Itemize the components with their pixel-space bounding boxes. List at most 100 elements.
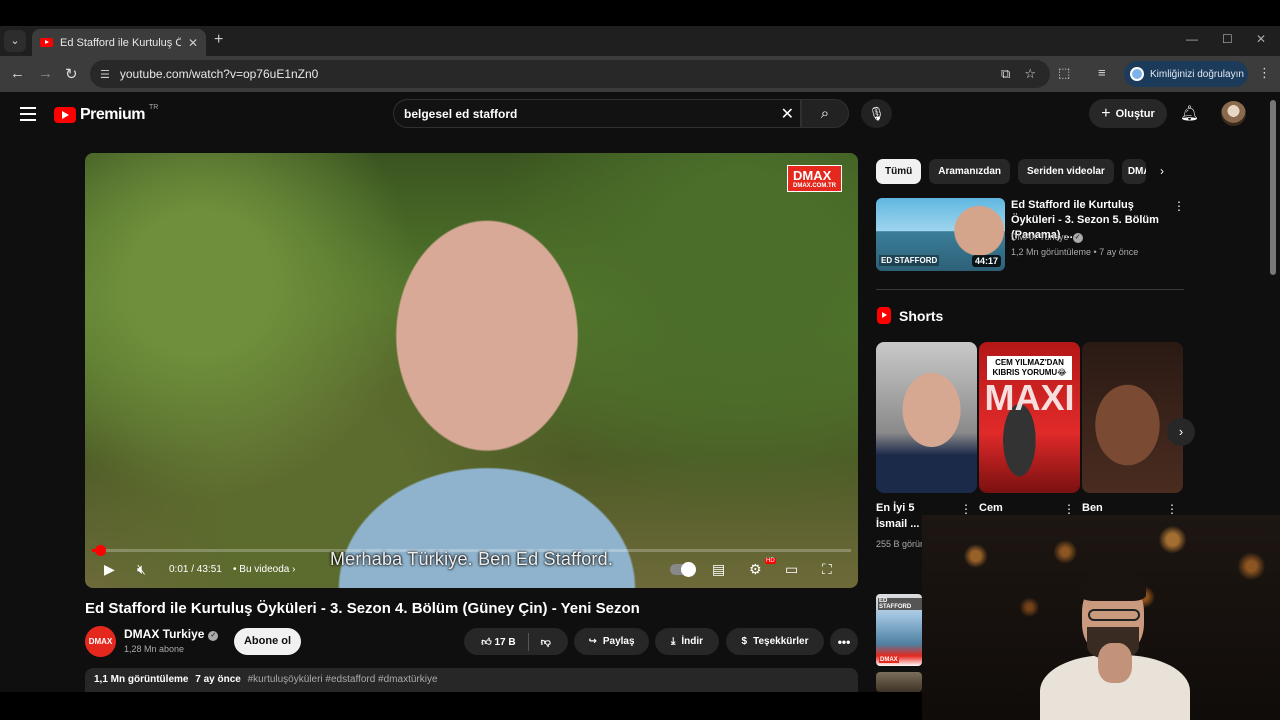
autoplay-toggle[interactable]	[670, 562, 696, 577]
hd-badge: HD	[765, 558, 776, 564]
chapter-button[interactable]: • Bu videoda ›	[233, 564, 295, 575]
thanks-button[interactable]: $ Teşekkürler	[726, 628, 824, 655]
create-button[interactable]: + Oluştur	[1089, 99, 1167, 128]
short-title-3[interactable]: Ben	[1082, 500, 1103, 516]
extensions-icon[interactable]: ⬚	[1058, 65, 1070, 81]
description-box[interactable]: 1,1 Mn görüntüleme 7 ay önce #kurtuluşöy…	[85, 668, 858, 692]
hashtags: #kurtuluşöyküleri #edstafford #dmaxtürki…	[247, 674, 438, 685]
settings-gear-icon[interactable]: ⚙	[749, 561, 762, 578]
chip-from-search[interactable]: Aramanızdan	[929, 159, 1011, 184]
back-arrow-icon[interactable]: ←	[10, 65, 25, 82]
maximize-button[interactable]: ☐	[1222, 32, 1233, 46]
next-thumb-brand: DMAX	[879, 657, 899, 663]
short-overlay-text: MAXI	[984, 377, 1075, 418]
dmax-watermark-text: DMAX	[793, 168, 832, 183]
video-duration: 44:17	[971, 255, 1001, 267]
dmax-watermark: DMAX DMAX.COM.TR	[787, 165, 842, 192]
voice-search-button[interactable]: 🎙︎	[861, 99, 892, 128]
minimize-button[interactable]: —	[1186, 32, 1198, 46]
browser-tab[interactable]: Ed Stafford ile Kurtuluş Öyküleri ✕	[32, 29, 206, 56]
subscribe-button[interactable]: Abone ol	[234, 628, 301, 655]
forward-arrow-icon[interactable]: →	[38, 65, 53, 82]
fullscreen-icon[interactable]: ⛶	[822, 561, 832, 578]
short-menu-icon-3[interactable]: ⋮	[1166, 502, 1178, 516]
clear-search-icon[interactable]: ✕	[781, 104, 794, 124]
short-thumbnail-2[interactable]: CEM YILMAZ'DAN KIBRIS YORUMU😂 MAXI	[979, 342, 1080, 493]
chips-next-chevron-icon[interactable]: ›	[1160, 164, 1164, 178]
bookmark-star-icon[interactable]: ☆	[1024, 66, 1036, 82]
subtitles-icon[interactable]: ▤	[712, 561, 725, 578]
new-tab-button[interactable]: +	[214, 31, 223, 49]
recommended-meta: 1,2 Mn görüntüleme • 7 ay önce	[1011, 247, 1139, 257]
profile-icon	[1130, 67, 1144, 81]
dmax-watermark-sub: DMAX.COM.TR	[793, 183, 836, 189]
search-button[interactable]: ⌕	[801, 99, 849, 128]
bottom-letterbox	[0, 692, 922, 720]
shorts-next-chevron-icon[interactable]: ›	[1167, 418, 1195, 446]
play-icon[interactable]: ▶	[104, 561, 115, 578]
share-label: Paylaş	[602, 636, 635, 647]
short-title-2[interactable]: Cem	[979, 500, 1003, 516]
page-scrollbar[interactable]	[1270, 100, 1276, 275]
tab-search-button[interactable]: ⌄	[4, 30, 26, 52]
thanks-label: Teşekkürler	[753, 636, 809, 647]
verify-identity-label: Kimliğinizi doğrulayın	[1150, 68, 1244, 80]
omnibox[interactable]: ☰ youtube.com/watch?v=op76uE1nZn0 ⧉ ☆	[90, 60, 1050, 88]
reload-icon[interactable]: ↻	[65, 65, 78, 83]
url-text: youtube.com/watch?v=op76uE1nZn0	[119, 67, 319, 81]
webcam-overlay	[922, 515, 1280, 720]
recommended-menu-icon[interactable]: ⋮	[1173, 199, 1185, 213]
short-menu-icon-1[interactable]: ⋮	[960, 502, 972, 516]
logo-region: TR	[148, 103, 159, 111]
dislike-button[interactable]: 👎︎	[541, 636, 551, 648]
chip-dmax[interactable]: DMAX	[1121, 159, 1146, 184]
theater-mode-icon[interactable]: ▭	[785, 561, 798, 578]
short-menu-icon-2[interactable]: ⋮	[1063, 502, 1075, 516]
download-icon: ⤓	[670, 636, 676, 647]
view-count: 1,1 Mn görüntüleme	[94, 674, 189, 685]
channel-avatar[interactable]: DMAX	[85, 626, 116, 657]
short-thumbnail-1[interactable]	[876, 342, 977, 493]
tab-close-icon[interactable]: ✕	[188, 36, 198, 50]
video-player[interactable]: DMAX DMAX.COM.TR Merhaba Türkiye. Ben Ed…	[85, 153, 858, 588]
thumbs-up-icon: 👍︎	[481, 636, 492, 648]
webcam-person-hand	[1098, 643, 1132, 683]
channel-name[interactable]: DMAX Turkiye ✓	[124, 627, 219, 641]
menu-hamburger-icon[interactable]	[20, 107, 36, 125]
close-window-button[interactable]: ✕	[1256, 32, 1266, 46]
browser-menu-icon[interactable]: ⋮	[1258, 65, 1271, 81]
sidebar-divider	[876, 289, 1184, 290]
notifications-bell-icon[interactable]: 🔔︎	[1180, 104, 1199, 122]
next-video-thumbnail-2[interactable]	[876, 672, 922, 692]
share-button[interactable]: ↪ Paylaş	[574, 628, 649, 655]
next-video-thumbnail[interactable]: ED STAFFORD DMAX	[876, 594, 922, 666]
account-avatar[interactable]	[1221, 101, 1246, 126]
like-dislike-group: 👍︎ 17 B 👎︎	[464, 628, 568, 655]
chapter-label: Bu videoda	[239, 564, 290, 575]
like-button[interactable]: 👍︎ 17 B	[481, 636, 515, 648]
recommended-thumbnail[interactable]: ED STAFFORD 44:17	[876, 198, 1005, 271]
verify-identity-button[interactable]: Kimliğinizi doğrulayın	[1124, 61, 1248, 87]
more-actions-button[interactable]: •••	[830, 628, 858, 655]
progress-bar[interactable]	[92, 545, 851, 556]
thumbs-down-icon: 👎︎	[540, 636, 551, 648]
tab-strip: ⌄ Ed Stafford ile Kurtuluş Öyküleri ✕ + …	[0, 26, 1280, 56]
chip-series[interactable]: Seriden videolar	[1018, 159, 1114, 184]
channel-name-text: DMAX Turkiye	[124, 627, 205, 641]
short-thumbnail-3[interactable]	[1082, 342, 1183, 493]
site-info-icon[interactable]: ☰	[100, 68, 110, 81]
video-title: Ed Stafford ile Kurtuluş Öyküleri - 3. S…	[85, 600, 640, 617]
cast-icon[interactable]: ⧉	[1001, 66, 1010, 82]
tab-title: Ed Stafford ile Kurtuluş Öyküleri	[60, 36, 181, 49]
download-button[interactable]: ⤓ İndir	[655, 628, 719, 655]
next-thumb-label: ED STAFFORD	[878, 598, 922, 610]
webcam-person-hair	[1080, 571, 1146, 601]
shorts-heading: Shorts	[877, 307, 943, 324]
media-queue-icon[interactable]: ≡	[1098, 65, 1106, 80]
search-input[interactable]: belgesel ed stafford ✕	[393, 99, 801, 128]
recommended-channel[interactable]: DMAX Turkiye ✓	[1011, 232, 1083, 243]
mute-icon[interactable]: 🔇︎	[137, 561, 146, 578]
chip-all[interactable]: Tümü	[876, 159, 922, 184]
like-count: 17 B	[494, 636, 516, 648]
youtube-premium-logo[interactable]: Premium TR	[54, 103, 159, 124]
